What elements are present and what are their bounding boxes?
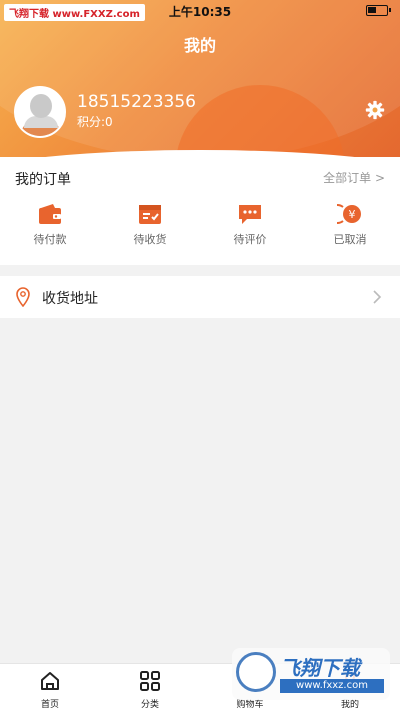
tab-home[interactable]: 首页 bbox=[0, 670, 100, 710]
avatar[interactable] bbox=[14, 86, 66, 138]
address-label: 收货地址 bbox=[42, 291, 98, 307]
profile-header bbox=[0, 0, 400, 160]
battery-icon bbox=[366, 5, 391, 16]
address-row[interactable]: 收货地址 bbox=[0, 276, 400, 318]
order-pending-review[interactable]: 待评价 bbox=[210, 203, 290, 247]
box-icon bbox=[139, 205, 161, 224]
home-icon bbox=[41, 672, 59, 690]
all-orders-link[interactable]: 全部订单 > bbox=[323, 169, 385, 186]
order-item-label: 待收货 bbox=[133, 233, 167, 246]
wallet-icon bbox=[39, 204, 61, 224]
comment-icon bbox=[239, 205, 261, 224]
location-pin-icon bbox=[16, 287, 30, 307]
order-item-label: 待评价 bbox=[233, 233, 267, 246]
order-cancelled[interactable]: ¥ 已取消 bbox=[310, 203, 390, 247]
tab-label: 分类 bbox=[140, 700, 159, 710]
yuan-cancel-icon: ¥ bbox=[337, 204, 361, 224]
tab-label: 首页 bbox=[40, 700, 59, 710]
grid-icon bbox=[140, 671, 160, 691]
watermark-logo-icon bbox=[236, 652, 276, 692]
status-time: 上午10:35 bbox=[168, 4, 232, 19]
watermark-brand: 飞翔下载 bbox=[280, 656, 360, 680]
settings-gear-icon[interactable] bbox=[365, 100, 385, 120]
order-pending-receipt[interactable]: 待收货 bbox=[110, 203, 190, 247]
order-item-label: 待付款 bbox=[33, 233, 67, 246]
svg-text:¥: ¥ bbox=[349, 208, 356, 221]
order-item-label: 已取消 bbox=[333, 233, 367, 246]
orders-card: 我的订单 全部订单 > 待付款 待收货 待评价 ¥ 已取消 bbox=[0, 157, 400, 265]
chevron-right-icon bbox=[373, 290, 382, 304]
user-points: 积分:0 bbox=[77, 115, 113, 129]
order-pending-payment[interactable]: 待付款 bbox=[10, 203, 90, 247]
watermark-bottom: 飞翔下载 www.fxxz.com bbox=[232, 648, 390, 700]
user-phone[interactable]: 18515223356 bbox=[77, 92, 196, 112]
watermark-url: www.fxxz.com bbox=[280, 679, 384, 693]
orders-title: 我的订单 bbox=[15, 172, 71, 188]
watermark-top: 飞翔下载 www.FXXZ.com bbox=[4, 4, 145, 21]
page-title: 我的 bbox=[183, 36, 216, 55]
tab-category[interactable]: 分类 bbox=[100, 670, 200, 710]
